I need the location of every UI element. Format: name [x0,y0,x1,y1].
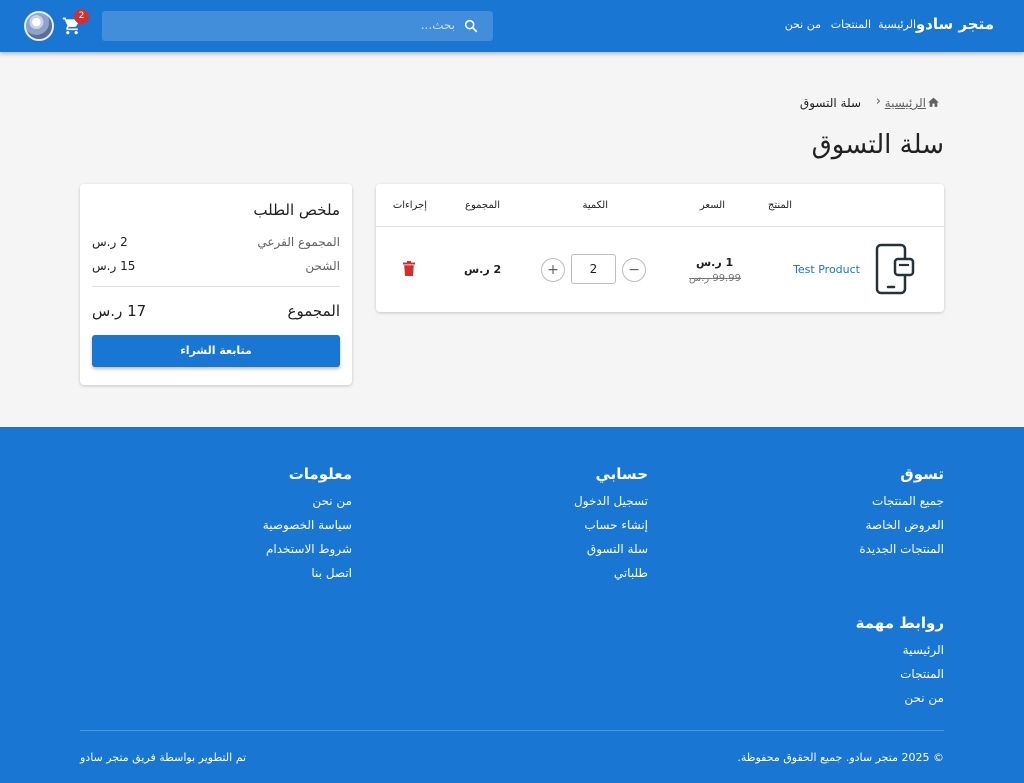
cart-table: المنتج السعر الكمية المجموع إجراءات Test… [376,184,944,312]
nav-products[interactable]: المنتجات [831,18,871,31]
quantity-input[interactable]: 2 [571,254,616,284]
page-title: سلة التسوق [811,130,944,160]
avatar[interactable] [24,11,54,41]
subtotal-label: المجموع الفرعي [257,235,340,249]
decrease-quantity-button[interactable]: − [622,258,646,282]
footer-heading-important: روابط مهمة [855,614,944,632]
phone-product-icon[interactable] [874,242,916,296]
col-header-actions: إجراءات [392,200,427,211]
credit-text: تم التطوير بواسطة فريق متجر سادو [80,751,247,764]
footer-link[interactable]: اتصل بنا [311,566,352,580]
footer-link[interactable]: العروض الخاصة [865,518,944,532]
summary-divider [92,286,340,287]
copyright-text: © 2025 متجر سادو. جميع الحقوق محفوظة. [737,751,944,764]
search-icon[interactable] [463,18,479,34]
line-total: 2 ر.س [464,263,502,276]
col-header-product: المنتج [767,200,792,211]
search-input[interactable]: بحث... [102,11,493,41]
col-header-total: المجموع [465,200,500,211]
footer-link[interactable]: جميع المنتجات [872,494,944,508]
order-summary: ملخص الطلب المجموع الفرعي 2 ر.س الشحن 15… [80,184,352,385]
app-bar: متجر سادو الرئيسية المنتجات من نحن بحث..… [0,0,1024,52]
footer-link[interactable]: شروط الاستخدام [266,542,352,556]
total-label: المجموع [287,302,340,320]
total-value: 17 ر.س [92,302,147,320]
trash-icon[interactable] [403,261,415,276]
breadcrumb-current: سلة التسوق [799,96,861,110]
footer-link[interactable]: من نحن [312,494,352,508]
product-price: 1 ر.س [696,256,734,269]
footer-link[interactable]: من نحن [904,691,944,705]
footer-link[interactable]: إنشاء حساب [584,518,648,532]
col-header-price: السعر [699,200,725,211]
nav-home[interactable]: الرئيسية [878,18,916,31]
product-name-link[interactable]: Test Product [793,263,860,276]
footer-link[interactable]: المنتجات [900,667,944,681]
footer-link[interactable]: طلباتي [614,566,648,580]
product-old-price: 99.99 ر.س [689,273,742,284]
footer-link[interactable]: المنتجات الجديدة [859,542,944,556]
home-icon[interactable] [927,96,940,109]
checkout-button[interactable]: متابعة الشراء [92,335,340,367]
shipping-label: الشحن [305,259,340,273]
footer-heading-info: معلومات [288,465,352,483]
shipping-value: 15 ر.س [92,259,136,273]
footer-link[interactable]: سياسة الخصوصية [263,518,352,532]
breadcrumb-home[interactable]: الرئيسية [885,96,926,110]
subtotal-value: 2 ر.س [92,235,128,249]
brand-logo[interactable]: متجر سادو [916,15,994,33]
footer-divider [80,730,944,731]
table-divider [376,226,944,227]
footer-link[interactable]: الرئيسية [903,643,944,657]
site-footer: تسوق جميع المنتجات العروض الخاصة المنتجا… [0,427,1024,783]
breadcrumb-separator: ‹ [875,94,881,109]
footer-heading-shop: تسوق [900,465,944,483]
increase-quantity-button[interactable]: + [541,258,565,282]
search-placeholder: بحث... [420,18,455,32]
col-header-quantity: الكمية [582,200,608,211]
footer-heading-account: حسابي [595,465,648,483]
summary-title: ملخص الطلب [253,201,340,219]
cart-badge: 2 [74,9,89,24]
footer-link[interactable]: سلة التسوق [587,542,648,556]
nav-about[interactable]: من نحن [785,18,821,31]
footer-link[interactable]: تسجيل الدخول [574,494,648,508]
